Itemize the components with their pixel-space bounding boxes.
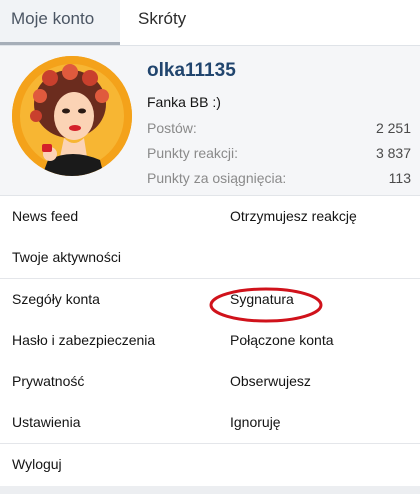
user-title: Fanka BB :): [147, 94, 221, 110]
link-account-details[interactable]: Szegóły konta: [0, 279, 210, 320]
stat-label: Punkty za osiągnięcia:: [147, 170, 287, 186]
link-preferences[interactable]: Ustawienia: [0, 402, 210, 443]
stat-achievement-points: Punkty za osiągnięcia: 113: [147, 170, 411, 192]
link-connected-accounts[interactable]: Połączone konta: [210, 320, 420, 361]
link-your-activity[interactable]: Twoje aktywności: [0, 237, 210, 278]
link-signature[interactable]: Sygnatura: [210, 279, 420, 320]
activity-links-group: News feed Otrzymujesz reakcję Twoje akty…: [0, 196, 420, 279]
tab-shortcuts[interactable]: Skróty: [120, 0, 197, 45]
menu-footer-strip: [0, 486, 420, 494]
stat-value: 3 837: [375, 145, 411, 161]
tab-my-account[interactable]: Moje konto: [0, 0, 120, 45]
menu-tabs: Moje konto Skróty: [0, 0, 420, 46]
avatar[interactable]: [12, 56, 132, 176]
link-following[interactable]: Obserwujesz: [210, 361, 420, 402]
profile-summary: olka11135 Fanka BB :) Postów: 2 251 Punk…: [0, 46, 420, 196]
stat-posts: Postów: 2 251: [147, 120, 411, 142]
logout-group: Wyloguj: [0, 444, 420, 485]
link-ignoring[interactable]: Ignoruję: [210, 402, 420, 443]
link-reactions-received[interactable]: Otrzymujesz reakcję: [210, 196, 420, 237]
account-menu: Moje konto Skróty olka11135 Fanka BB:) …: [0, 0, 420, 494]
stat-value: 2 251: [375, 120, 411, 136]
logout-link[interactable]: Wyloguj: [0, 444, 210, 485]
link-news-feed[interactable]: News feed: [0, 196, 210, 237]
stat-reaction-points: Punkty reakcji: 3 837: [147, 145, 411, 167]
link-password-security[interactable]: Hasło i zabezpieczenia: [0, 320, 210, 361]
username[interactable]: olka11135: [147, 60, 236, 82]
empty-cell: [210, 237, 420, 278]
stat-value: 113: [388, 170, 411, 186]
link-privacy[interactable]: Prywatność: [0, 361, 210, 402]
pinup-avatar-image: [12, 56, 132, 176]
stat-label: Punkty reakcji:: [147, 145, 239, 161]
stat-label: Postów:: [147, 120, 197, 136]
account-links-group: Szegóły konta Sygnatura Hasło i zabezpie…: [0, 279, 420, 444]
